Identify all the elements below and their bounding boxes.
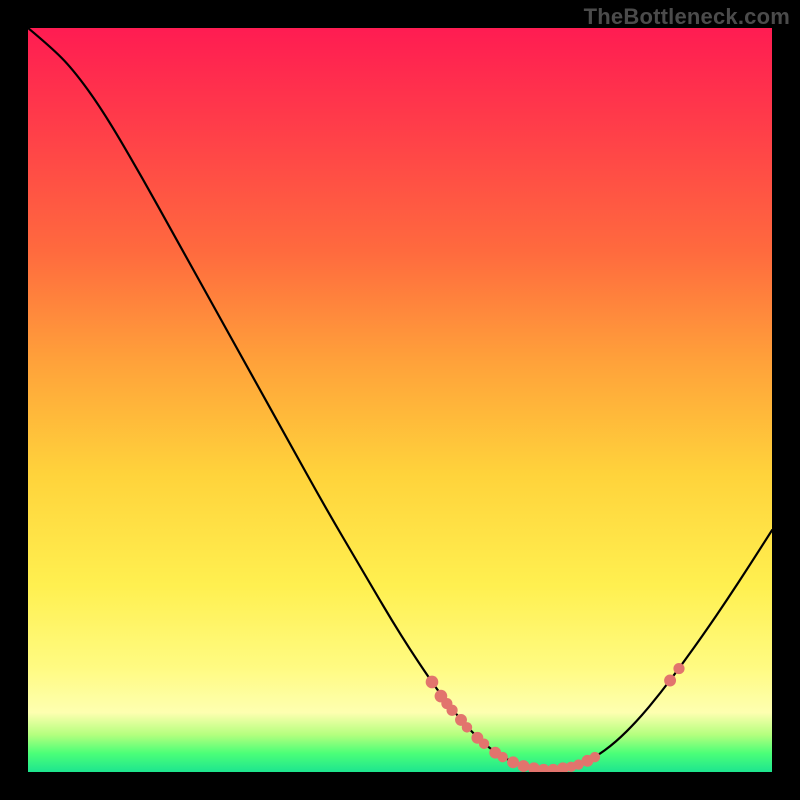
watermark-text: TheBottleneck.com [584,4,790,30]
curve-overlay [28,28,772,772]
curve-markers [426,663,685,772]
curve-marker [518,760,530,772]
curve-marker [673,663,684,674]
curve-marker [507,756,519,768]
bottleneck-curve [28,28,772,769]
curve-marker [590,752,600,762]
curve-marker [462,722,472,732]
curve-marker [447,705,458,716]
plot-area [28,28,772,772]
curve-marker [497,752,507,762]
curve-marker [479,739,489,749]
curve-marker [664,675,676,687]
curve-marker [426,676,439,689]
chart-frame: TheBottleneck.com [0,0,800,800]
